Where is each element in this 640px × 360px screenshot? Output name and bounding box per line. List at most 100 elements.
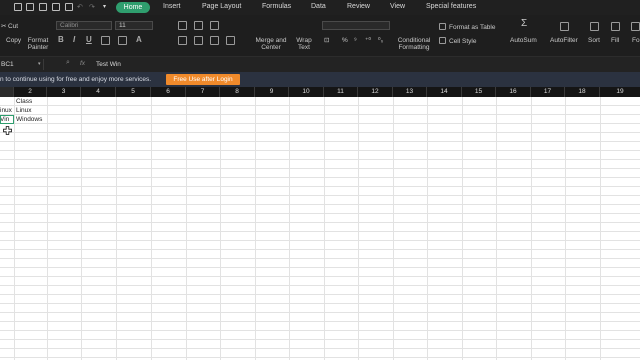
active-cell-border [0, 115, 14, 124]
column-header-14[interactable]: 14 [427, 87, 462, 97]
align-bottom-icon[interactable] [210, 21, 219, 30]
gridline [220, 97, 221, 360]
menu-special-features[interactable]: Special features [426, 3, 476, 10]
save-icon[interactable] [39, 3, 47, 11]
gridline [600, 97, 601, 360]
wrap-text-button[interactable]: Wrap Text [292, 37, 316, 51]
cut-button[interactable]: Cut [8, 23, 18, 30]
column-header-4[interactable]: 4 [81, 87, 116, 97]
decrease-decimal-icon[interactable]: ⁰₀ [378, 37, 383, 44]
cell-cursor-icon [3, 126, 12, 135]
cell-grid[interactable] [0, 97, 640, 360]
gridline [14, 97, 15, 360]
filter-icon[interactable] [560, 22, 569, 31]
fill-color-icon[interactable] [118, 36, 127, 45]
gridline [324, 97, 325, 360]
free-use-login-button[interactable]: Free Use after Login [166, 74, 240, 85]
column-header-3[interactable]: 3 [47, 87, 81, 97]
print-preview-icon[interactable] [65, 3, 73, 11]
sort-icon[interactable] [590, 22, 599, 31]
bold-icon[interactable]: B [58, 35, 64, 44]
column-header-7[interactable]: 7 [186, 87, 220, 97]
align-middle-icon[interactable] [194, 21, 203, 30]
open-folder-icon[interactable] [26, 3, 34, 11]
menu-formulas[interactable]: Formulas [262, 3, 291, 10]
format-button[interactable]: Fo [632, 37, 640, 44]
conditional-formatting-button[interactable]: Conditional Formatting [396, 37, 432, 51]
number-format-select[interactable] [322, 21, 390, 30]
gridline [393, 97, 394, 360]
comma-style-icon[interactable]: ⁹ [354, 37, 357, 44]
currency-icon[interactable]: ⊡ [324, 37, 329, 44]
cell-style-button[interactable]: Cell Style [449, 38, 476, 45]
autosum-button[interactable]: AutoSum [510, 37, 537, 44]
align-top-icon[interactable] [178, 21, 187, 30]
cut-icon[interactable]: ✂ [1, 23, 6, 30]
column-header-6[interactable]: 6 [151, 87, 186, 97]
login-notice-text: n to continue using for free and enjoy m… [0, 76, 152, 83]
fx-icon[interactable]: fx [80, 60, 85, 67]
column-header-13[interactable]: 13 [393, 87, 427, 97]
gridline [496, 97, 497, 360]
align-right-icon[interactable] [210, 36, 219, 45]
menu-insert[interactable]: Insert [163, 3, 181, 10]
menu-data[interactable]: Data [311, 3, 326, 10]
format-painter-button[interactable]: Format Painter [27, 37, 49, 51]
gridline [151, 97, 152, 360]
column-header-9[interactable]: 9 [255, 87, 289, 97]
menu-page-layout[interactable]: Page Layout [202, 3, 241, 10]
indent-icon[interactable] [226, 36, 235, 45]
column-header-16[interactable]: 16 [496, 87, 531, 97]
formula-input[interactable]: Test Win [96, 59, 121, 70]
column-header-17[interactable]: 17 [531, 87, 565, 97]
column-header-18[interactable]: 18 [565, 87, 600, 97]
cell-r2-c1[interactable]: inux [0, 106, 12, 115]
merge-center-button[interactable]: Merge and Center [254, 37, 288, 51]
menu-review[interactable]: Review [347, 3, 370, 10]
cell-r3-c2[interactable]: Windows [16, 115, 42, 124]
column-header-10[interactable]: 10 [289, 87, 324, 97]
cell-r1-c2[interactable]: Class [16, 97, 32, 106]
sum-icon[interactable]: Σ [521, 19, 527, 29]
name-box-value: BC1 [1, 61, 14, 68]
percent-icon[interactable]: % [342, 37, 348, 44]
font-size-select[interactable]: 11 [115, 21, 153, 30]
undo-icon[interactable]: ↶ [77, 3, 83, 11]
copy-button[interactable]: Copy [6, 37, 21, 44]
autofilter-button[interactable]: AutoFilter [550, 37, 578, 44]
fill-button[interactable]: Fill [611, 37, 619, 44]
font-color-icon[interactable]: A [136, 35, 142, 44]
borders-icon[interactable] [101, 36, 110, 45]
table-icon [439, 23, 446, 30]
column-header-19[interactable]: 19 [600, 87, 640, 97]
align-left-icon[interactable] [178, 36, 187, 45]
column-header-12[interactable]: 12 [358, 87, 393, 97]
fill-icon[interactable] [611, 22, 620, 31]
format-as-table-button[interactable]: Format as Table [449, 24, 495, 31]
menu-home[interactable]: Home [116, 2, 150, 13]
redo-icon[interactable]: ↷ [89, 3, 95, 11]
name-box[interactable]: BC1 ▾ [0, 59, 44, 70]
customize-toolbar-icon[interactable]: ▾ [103, 3, 106, 10]
font-name-select[interactable]: Calibri [56, 21, 112, 30]
zoom-icon[interactable]: ⌕ [66, 59, 70, 67]
align-center-icon[interactable] [194, 36, 203, 45]
format-icon[interactable] [631, 22, 640, 31]
chevron-down-icon[interactable]: ▾ [38, 59, 41, 70]
column-header-11[interactable]: 11 [324, 87, 358, 97]
increase-decimal-icon[interactable]: ⁺⁰ [365, 37, 371, 44]
column-header-15[interactable]: 15 [462, 87, 496, 97]
column-header-5[interactable]: 5 [116, 87, 151, 97]
menu-view[interactable]: View [390, 3, 405, 10]
italic-icon[interactable]: I [73, 35, 75, 44]
cell-r2-c2[interactable]: Linux [16, 106, 32, 115]
column-header-8[interactable]: 8 [220, 87, 255, 97]
column-header-1[interactable] [0, 87, 14, 97]
column-header-2[interactable]: 2 [14, 87, 47, 97]
sort-button[interactable]: Sort [588, 37, 600, 44]
gridline [186, 97, 187, 360]
underline-icon[interactable]: U [86, 35, 92, 44]
login-notice-banner: n to continue using for free and enjoy m… [0, 72, 640, 87]
print-icon[interactable] [52, 3, 60, 11]
new-file-icon[interactable] [14, 3, 22, 11]
